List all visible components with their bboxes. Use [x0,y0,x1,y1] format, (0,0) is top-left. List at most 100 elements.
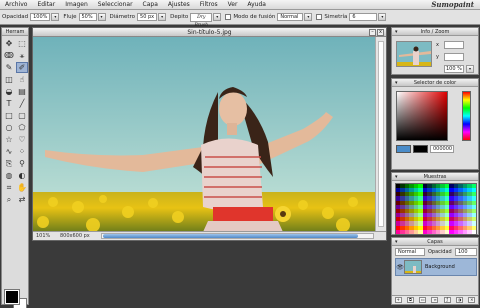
document-zoom[interactable]: 101% [33,233,57,239]
image-canvas[interactable] [33,37,376,232]
document-title-bar[interactable]: Sin-título-5.jpg – x [33,28,386,37]
vertical-scroll-thumb[interactable] [378,41,384,227]
fx-icon[interactable]: ƒ [443,297,451,303]
wand-tool-icon[interactable]: ⚹ [16,50,28,61]
link-icon[interactable]: ∞ [431,297,439,303]
horizontal-scrollbar[interactable] [101,233,374,239]
collapse-icon[interactable]: ▾ [395,173,398,181]
toolbox-title: Herram [2,28,28,36]
symmetry-field[interactable]: 6 [349,13,378,21]
eraser-tool-icon[interactable]: ◫ [3,74,15,85]
mask-icon[interactable]: ◑ [456,297,464,303]
spray-tool-icon[interactable]: ⁘ [16,146,28,157]
layers-title-bar[interactable]: ▾ Capas [392,238,478,246]
menu-ver[interactable]: Ver [223,0,243,10]
flow-dropdown-icon[interactable]: ▾ [97,13,106,21]
swatches-panel: ▾ Muestras [391,172,479,235]
nav-x-field[interactable] [444,41,464,49]
move-tool-icon[interactable]: ✥ [3,38,15,49]
current-color-preview[interactable] [396,145,411,153]
collapse-icon[interactable]: ▾ [395,28,398,36]
foreground-color-swatch[interactable] [4,289,20,305]
diameter-dropdown-icon[interactable]: ▾ [158,13,167,21]
clone-tool-icon[interactable]: ⎘ [3,158,15,169]
blend-mode-select[interactable]: Normal [277,13,304,21]
blend-dropdown-icon[interactable]: ▾ [304,13,313,21]
hex-color-input[interactable]: 000000 [430,145,454,153]
shape-tool-icon[interactable]: ♡ [16,134,28,145]
swap-colors-icon[interactable]: ⇄ [16,194,28,205]
lasso-tool-icon[interactable]: ↂ [3,50,15,61]
nav-zoom-dropdown-icon[interactable]: ▾ [466,65,474,73]
menu-archivo[interactable]: Archivo [0,0,32,10]
minimize-icon[interactable]: – [369,29,376,36]
menu-capa[interactable]: Capa [138,0,163,10]
line-tool-icon[interactable]: ╱ [16,98,28,109]
brush-preset-button[interactable]: Dry Brush [190,12,213,28]
layer-opacity-field[interactable]: 100 [455,248,477,256]
brush-tool-icon[interactable]: ✐ [16,62,28,73]
polygon-tool-icon[interactable]: ⬠ [16,122,28,133]
star-tool-icon[interactable]: ☆ [3,134,15,145]
horizontal-scroll-thumb[interactable] [103,234,358,238]
menu-imagen[interactable]: Imagen [60,0,93,10]
ellipse-tool-icon[interactable]: ○ [3,122,15,133]
swatches-title-bar[interactable]: ▾ Muestras [392,173,478,181]
symmetry-dropdown-icon[interactable]: ▾ [378,13,387,21]
menu-seleccionar[interactable]: Seleccionar [93,0,138,10]
navigator-thumbnail[interactable] [396,41,432,67]
saturation-value-picker[interactable] [396,91,448,141]
crop-tool-icon[interactable]: ⌗ [3,182,15,193]
menu-filtros[interactable]: Filtros [195,0,223,10]
menu-editar[interactable]: Editar [32,0,60,10]
swatch-cell[interactable] [471,229,476,234]
nav-y-field[interactable] [444,53,464,61]
diameter-field[interactable]: 50 px [137,13,158,21]
flow-field[interactable]: 50% [78,13,97,21]
hue-slider[interactable] [462,91,471,141]
document-status-bar: 101% 800x600 px [33,231,386,240]
text-tool-icon[interactable]: T [3,98,15,109]
layers-footer: + ⧉ ▭ ∞ ƒ ◑ ✕ [392,295,478,304]
menu-ajustes[interactable]: Ajustes [163,0,195,10]
duplicate-layer-icon[interactable]: ⧉ [406,297,414,303]
gradient-tool-icon[interactable]: ▤ [16,86,28,97]
brush-dropdown-icon[interactable]: ▾ [213,13,222,21]
smudge-tool-icon[interactable]: ☝ [16,74,28,85]
blend-mode-checkbox[interactable] [225,14,232,20]
rectangle-tool-icon[interactable]: □ [3,110,15,121]
hand-tool-icon[interactable]: ✋ [16,182,28,193]
close-icon[interactable]: x [377,29,384,36]
zoom-tool-icon[interactable]: ⌕ [3,194,15,205]
dropper-tool-icon[interactable]: ⚲ [16,158,28,169]
folder-icon[interactable]: ▭ [419,297,427,303]
previous-color-preview[interactable] [413,145,428,153]
swatch-grid[interactable] [395,183,477,235]
visibility-eye-icon[interactable]: 👁 [396,264,404,271]
navigator-title: Info / Zoom [420,29,450,35]
opacity-field[interactable]: 100% [30,13,51,21]
menu-ayuda[interactable]: Ayuda [242,0,271,10]
navigator-title-bar[interactable]: ▾ Info / Zoom [392,28,478,36]
new-layer-icon[interactable]: + [394,297,402,303]
collapse-icon[interactable]: ▾ [395,79,398,87]
symmetry-checkbox[interactable] [316,14,323,20]
vertical-scrollbar[interactable] [375,37,386,232]
color-picker-title: Selector de color [413,80,457,86]
pencil-tool-icon[interactable]: ✎ [3,62,15,73]
rounded-rect-tool-icon[interactable]: ▢ [16,110,28,121]
toolbox-panel: Herram ✥ ⬚ ↂ ⚹ ✎ ✐ ◫ ☝ ◒ ▤ T ╱ □ ▢ ○ ⬠ ☆… [1,27,29,308]
blend-mode-label: Modo de fusión [233,14,276,20]
dodge-tool-icon[interactable]: ◐ [16,170,28,181]
color-picker-title-bar[interactable]: ▾ Selector de color [392,79,478,87]
layer-row[interactable]: 👁 Background [395,258,477,276]
nav-zoom-field[interactable]: 100 % [444,65,464,73]
blur-tool-icon[interactable]: ◍ [3,170,15,181]
select-tool-icon[interactable]: ⬚ [16,38,28,49]
layer-blend-select[interactable]: Normal [395,248,425,256]
curve-tool-icon[interactable]: ∿ [3,146,15,157]
opacity-dropdown-icon[interactable]: ▾ [51,13,60,21]
fill-tool-icon[interactable]: ◒ [3,86,15,97]
collapse-icon[interactable]: ▾ [395,238,398,246]
trash-icon[interactable]: ✕ [468,297,476,303]
